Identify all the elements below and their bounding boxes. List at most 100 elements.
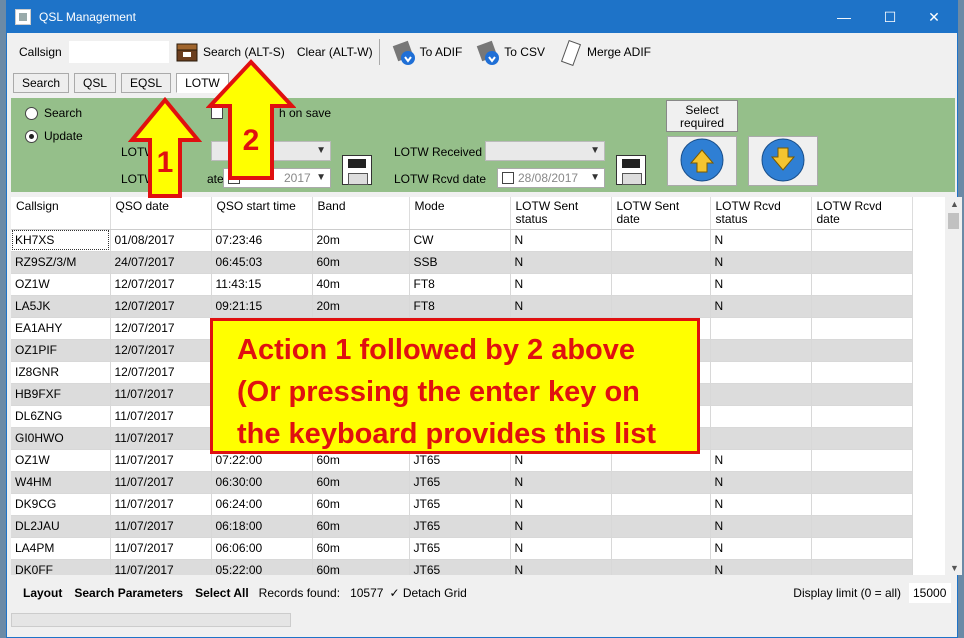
table-cell[interactable]: 11/07/2017	[110, 537, 212, 560]
column-header[interactable]: LOTW Sent status	[510, 197, 612, 230]
table-row[interactable]: KH7XS 01/08/2017 07:23:46 20m CW N N	[11, 229, 913, 252]
table-cell[interactable]: 60m	[312, 515, 410, 538]
column-header[interactable]: LOTW Rcvd date	[811, 197, 913, 230]
callsign-input[interactable]	[69, 41, 169, 63]
table-cell[interactable]: JT65	[409, 515, 511, 538]
tab-search[interactable]: Search	[13, 73, 70, 93]
table-cell[interactable]	[811, 251, 913, 274]
tab-qsl[interactable]: QSL	[74, 73, 117, 93]
column-header[interactable]: LOTW Sent date	[611, 197, 711, 230]
merge-adif-button[interactable]: Merge ADIF	[559, 39, 651, 67]
table-cell[interactable]: 60m	[312, 559, 410, 575]
table-cell[interactable]: N	[510, 493, 612, 516]
lotw-rcvd-date-picker[interactable]: 28/08/2017 ▼	[497, 168, 605, 188]
table-cell[interactable]	[811, 273, 913, 296]
table-cell[interactable]: KH7XS	[11, 229, 111, 252]
radio-search[interactable]: Search	[25, 106, 82, 120]
table-cell[interactable]: N	[710, 471, 812, 494]
table-cell[interactable]: JT65	[409, 559, 511, 575]
table-cell[interactable]	[811, 449, 913, 472]
table-cell[interactable]: N	[510, 515, 612, 538]
table-cell[interactable]: 06:30:00	[211, 471, 313, 494]
table-cell[interactable]	[811, 317, 913, 340]
table-cell[interactable]	[611, 515, 711, 538]
table-cell[interactable]: 60m	[312, 471, 410, 494]
table-cell[interactable]: GI0HWO	[11, 427, 111, 450]
table-row[interactable]: W4HM 11/07/2017 06:30:00 60m JT65 N N	[11, 471, 913, 494]
table-cell[interactable]: DL2JAU	[11, 515, 111, 538]
table-cell[interactable]: N	[710, 295, 812, 318]
table-cell[interactable]: 40m	[312, 273, 410, 296]
table-cell[interactable]	[611, 251, 711, 274]
table-cell[interactable]: LA4PM	[11, 537, 111, 560]
table-cell[interactable]	[811, 383, 913, 406]
table-cell[interactable]: N	[710, 537, 812, 560]
table-cell[interactable]: FT8	[409, 295, 511, 318]
vertical-scrollbar[interactable]: ▲ ▼	[945, 197, 962, 575]
table-cell[interactable]: JT65	[409, 493, 511, 516]
table-cell[interactable]: N	[710, 273, 812, 296]
table-cell[interactable]: EA1AHY	[11, 317, 111, 340]
table-cell[interactable]: 60m	[312, 493, 410, 516]
scroll-thumb[interactable]	[948, 213, 959, 229]
table-cell[interactable]: 12/07/2017	[110, 273, 212, 296]
table-cell[interactable]: DL6ZNG	[11, 405, 111, 428]
table-cell[interactable]: N	[510, 559, 612, 575]
table-cell[interactable]: IZ8GNR	[11, 361, 111, 384]
table-cell[interactable]: 11/07/2017	[110, 405, 212, 428]
table-row[interactable]: LA5JK 12/07/2017 09:21:15 20m FT8 N N	[11, 295, 913, 318]
arrow-down-button[interactable]	[748, 136, 818, 186]
table-row[interactable]: OZ1W 12/07/2017 11:43:15 40m FT8 N N	[11, 273, 913, 296]
table-cell[interactable]	[611, 471, 711, 494]
table-cell[interactable]: 11/07/2017	[110, 449, 212, 472]
table-cell[interactable]: 01/08/2017	[110, 229, 212, 252]
table-cell[interactable]	[611, 295, 711, 318]
table-cell[interactable]: 06:24:00	[211, 493, 313, 516]
layout-button[interactable]: Layout	[23, 586, 62, 600]
date-checkbox[interactable]	[502, 172, 514, 184]
table-cell[interactable]: N	[510, 537, 612, 560]
column-header[interactable]: Callsign	[11, 197, 111, 230]
table-cell[interactable]: N	[710, 449, 812, 472]
save-floppy-icon[interactable]	[616, 155, 646, 185]
table-cell[interactable]: CW	[409, 229, 511, 252]
table-cell[interactable]	[811, 493, 913, 516]
table-cell[interactable]	[811, 339, 913, 362]
table-cell[interactable]: 11/07/2017	[110, 559, 212, 575]
table-cell[interactable]: SSB	[409, 251, 511, 274]
scroll-down-icon[interactable]: ▼	[950, 563, 959, 573]
table-cell[interactable]: 11:43:15	[211, 273, 313, 296]
table-cell[interactable]	[811, 537, 913, 560]
table-cell[interactable]: JT65	[409, 537, 511, 560]
table-cell[interactable]: 11/07/2017	[110, 493, 212, 516]
table-cell[interactable]: 60m	[312, 251, 410, 274]
table-cell[interactable]: RZ9SZ/3/M	[11, 251, 111, 274]
table-row[interactable]: DL2JAU 11/07/2017 06:18:00 60m JT65 N N	[11, 515, 913, 538]
table-cell[interactable]: N	[710, 229, 812, 252]
select-all-button[interactable]: Select All	[195, 586, 249, 600]
table-cell[interactable]: FT8	[409, 273, 511, 296]
table-cell[interactable]: 06:18:00	[211, 515, 313, 538]
table-cell[interactable]: 05:22:00	[211, 559, 313, 575]
table-cell[interactable]: 11/07/2017	[110, 427, 212, 450]
table-cell[interactable]: 07:23:46	[211, 229, 313, 252]
table-row[interactable]: LA4PM 11/07/2017 06:06:00 60m JT65 N N	[11, 537, 913, 560]
table-cell[interactable]	[611, 559, 711, 575]
table-cell[interactable]: 12/07/2017	[110, 339, 212, 362]
arrow-up-button[interactable]	[667, 136, 737, 186]
table-cell[interactable]: N	[710, 515, 812, 538]
table-cell[interactable]	[710, 339, 812, 362]
table-cell[interactable]: 20m	[312, 229, 410, 252]
tab-eqsl[interactable]: EQSL	[121, 73, 172, 93]
table-cell[interactable]: N	[510, 273, 612, 296]
table-cell[interactable]	[710, 317, 812, 340]
table-cell[interactable]: 24/07/2017	[110, 251, 212, 274]
table-cell[interactable]	[611, 229, 711, 252]
table-row[interactable]: DK9CG 11/07/2017 06:24:00 60m JT65 N N	[11, 493, 913, 516]
table-cell[interactable]	[710, 361, 812, 384]
table-cell[interactable]: 11/07/2017	[110, 515, 212, 538]
table-cell[interactable]: N	[510, 251, 612, 274]
table-cell[interactable]: 11/07/2017	[110, 383, 212, 406]
clear-button[interactable]: Clear (ALT-W)	[297, 39, 373, 65]
table-cell[interactable]: 09:21:15	[211, 295, 313, 318]
